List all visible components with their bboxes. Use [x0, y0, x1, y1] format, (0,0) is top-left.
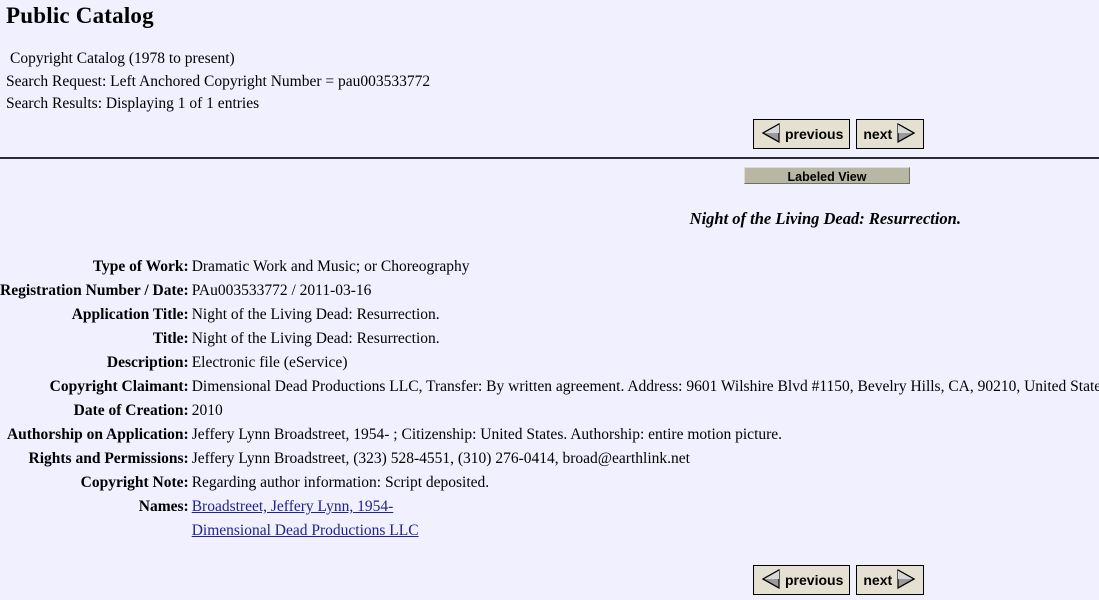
field-value: Night of the Living Dead: Resurrection. — [191, 306, 440, 323]
previous-button-bottom[interactable]: previous — [753, 565, 851, 595]
table-row: Title: Night of the Living Dead: Resurre… — [0, 327, 1099, 351]
table-row-names: Names: Broadstreet, Jeffery Lynn, 1954- … — [0, 495, 1099, 543]
previous-button-label: previous — [785, 126, 844, 143]
horizontal-divider — [0, 157, 1099, 159]
table-row: Authorship on Application: Jeffery Lynn … — [0, 423, 1099, 447]
field-value: Dramatic Work and Music; or Choreography — [191, 258, 470, 275]
field-value: Night of the Living Dead: Resurrection. — [191, 330, 440, 347]
pagination-top: previous next — [753, 119, 925, 151]
search-summary: Copyright Catalog (1978 to present) Sear… — [6, 48, 1099, 116]
table-row: Date of Creation: 2010 — [0, 399, 1099, 423]
field-label: Date of Creation: — [73, 402, 189, 419]
triangle-right-icon — [895, 568, 917, 590]
next-button-bottom[interactable]: next — [856, 565, 925, 595]
field-value: PAu003533772 / 2011-03-16 — [191, 282, 372, 299]
table-row: Registration Number / Date: PAu003533772… — [0, 279, 1099, 303]
table-row: Description: Electronic file (eService) — [0, 351, 1099, 375]
field-label: Description: — [106, 354, 189, 371]
table-row: Copyright Note: Regarding author informa… — [0, 471, 1099, 495]
table-row: Copyright Claimant: Dimensional Dead Pro… — [0, 375, 1099, 399]
table-row: Rights and Permissions: Jeffery Lynn Bro… — [0, 447, 1099, 471]
record-details-table: Type of Work: Dramatic Work and Music; o… — [0, 255, 1099, 543]
names-label: Names: — [138, 498, 189, 515]
labeled-view-tab[interactable]: Labeled View — [744, 167, 910, 184]
field-value: 2010 — [191, 402, 223, 419]
next-button-label: next — [863, 572, 893, 589]
triangle-left-icon — [760, 568, 782, 590]
pagination-bottom: previous next — [753, 565, 925, 597]
name-link[interactable]: Broadstreet, Jeffery Lynn, 1954- — [192, 495, 394, 519]
field-value: Regarding author information: Script dep… — [191, 474, 490, 491]
field-label: Registration Number / Date: — [0, 282, 189, 299]
search-request-line: Search Request: Left Anchored Copyright … — [6, 72, 431, 90]
field-value: Jeffery Lynn Broadstreet, (323) 528-4551… — [191, 450, 690, 467]
field-label: Rights and Permissions: — [28, 450, 189, 467]
previous-button-label: previous — [785, 572, 844, 589]
record-title: Night of the Living Dead: Resurrection. — [689, 209, 961, 228]
next-button-label: next — [863, 126, 893, 143]
field-label: Type of Work: — [92, 258, 189, 275]
name-link[interactable]: Dimensional Dead Productions LLC — [192, 519, 419, 543]
table-row: Application Title: Night of the Living D… — [0, 303, 1099, 327]
names-list: Broadstreet, Jeffery Lynn, 1954- Dimensi… — [192, 495, 1099, 543]
previous-button-top[interactable]: previous — [753, 119, 851, 149]
next-button-top[interactable]: next — [856, 119, 925, 149]
field-label: Copyright Note: — [80, 474, 189, 491]
catalog-scope-line: Copyright Catalog (1978 to present) — [10, 50, 235, 67]
page-title: Public Catalog — [6, 3, 154, 28]
search-results-line: Search Results: Displaying 1 of 1 entrie… — [6, 95, 260, 112]
table-row: Type of Work: Dramatic Work and Music; o… — [0, 255, 1099, 279]
field-value: Jeffery Lynn Broadstreet, 1954- ; Citize… — [191, 426, 783, 443]
triangle-right-icon — [895, 122, 917, 144]
field-label: Authorship on Application: — [6, 426, 189, 443]
field-label: Copyright Claimant: — [49, 378, 189, 395]
triangle-left-icon — [760, 122, 782, 144]
field-label: Application Title: — [71, 306, 189, 323]
field-label: Title: — [152, 330, 189, 347]
field-value: Electronic file (eService) — [191, 354, 348, 371]
labeled-view-label: Labeled View — [787, 170, 867, 184]
record-details-body: Type of Work: Dramatic Work and Music; o… — [0, 255, 1099, 543]
field-value: Dimensional Dead Productions LLC, Transf… — [191, 378, 1099, 395]
